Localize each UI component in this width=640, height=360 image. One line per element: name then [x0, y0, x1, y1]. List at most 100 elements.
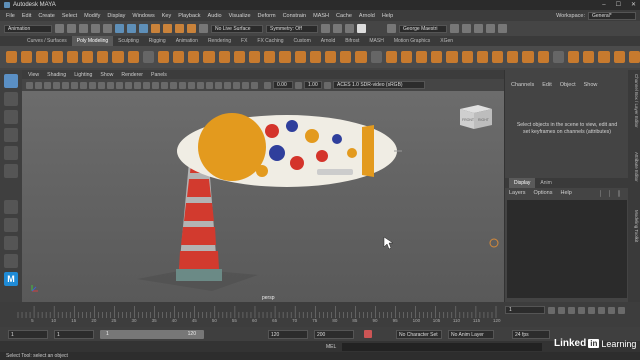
panel-menu-panels[interactable]: Panels	[151, 72, 167, 78]
move-tool-icon[interactable]	[4, 128, 18, 142]
poly-torus-icon[interactable]	[66, 51, 78, 63]
poly-cone-icon[interactable]	[51, 51, 63, 63]
step-back-key-icon[interactable]	[558, 306, 565, 314]
separate-icon[interactable]	[173, 51, 185, 63]
help-icon[interactable]	[450, 24, 459, 33]
menu-set-dropdown[interactable]: Animation	[4, 24, 52, 33]
xray-joints-icon[interactable]	[251, 81, 258, 89]
menu-display[interactable]: Display	[107, 13, 125, 19]
tab-fx-caching[interactable]: FX Caching	[252, 36, 288, 46]
image-plane-icon[interactable]	[53, 81, 60, 89]
tab-fx[interactable]: FX	[236, 36, 252, 46]
tab-custom[interactable]: Custom	[289, 36, 316, 46]
side-tab-modeling-toolkit[interactable]: Modeling Toolkit	[629, 210, 639, 242]
scale-tool-icon[interactable]	[4, 164, 18, 178]
target-weld-icon[interactable]	[324, 51, 337, 63]
live-surface-field[interactable]: No Live Surface	[211, 24, 263, 33]
menu-edit[interactable]: Edit	[22, 13, 31, 19]
select-component-icon[interactable]	[139, 24, 148, 33]
depth-of-field-icon[interactable]	[215, 81, 222, 89]
fps-dropdown[interactable]: 24 fps	[512, 330, 550, 339]
panel-menu-show[interactable]: Show	[100, 72, 113, 78]
tab-display[interactable]: Display	[509, 178, 536, 188]
menu-playback[interactable]: Playback	[178, 13, 200, 19]
end-time-field[interactable]: 200	[314, 330, 354, 339]
user-account-dropdown[interactable]: George Maestri	[399, 24, 447, 33]
textured-icon[interactable]	[161, 81, 168, 89]
planar-map-icon[interactable]	[461, 51, 473, 63]
menu-windows[interactable]: Windows	[132, 13, 154, 19]
outliner-layout-icon[interactable]	[4, 254, 18, 268]
automatic-map-icon[interactable]	[476, 51, 488, 63]
redo-icon[interactable]	[103, 24, 112, 33]
tool-settings-icon[interactable]	[486, 24, 495, 33]
tab-xgen[interactable]: XGen	[435, 36, 458, 46]
go-to-end-icon[interactable]	[618, 306, 625, 314]
tab-motion-graphics[interactable]: Motion Graphics	[389, 36, 435, 46]
viewport[interactable]: FRONT RIGHT persp	[22, 91, 504, 302]
tab-bifrost[interactable]: Bifrost	[340, 36, 364, 46]
save-scene-icon[interactable]	[79, 24, 88, 33]
snap-surface-icon[interactable]	[187, 24, 196, 33]
command-input[interactable]	[342, 342, 543, 351]
spherical-map-icon[interactable]	[522, 51, 534, 63]
undo-icon[interactable]	[91, 24, 100, 33]
channel-box-icon[interactable]	[498, 24, 507, 33]
channel-menu-show[interactable]: Show	[584, 82, 598, 88]
modeling-toolkit-icon[interactable]	[462, 24, 471, 33]
menu-help[interactable]: Help	[382, 13, 393, 19]
poly-sphere-icon[interactable]	[6, 51, 18, 63]
field-chart-icon[interactable]	[98, 81, 105, 89]
bookmarks-icon[interactable]	[44, 81, 51, 89]
current-frame-field[interactable]: 1	[505, 306, 545, 314]
color-management-icon[interactable]	[324, 81, 331, 89]
layer-list[interactable]	[507, 200, 627, 298]
lasso-tool-icon[interactable]	[4, 92, 18, 106]
poly-cube-icon[interactable]	[21, 51, 33, 63]
minimize-button[interactable]: –	[602, 2, 605, 8]
wireframe-icon[interactable]	[125, 81, 132, 89]
offset-edge-loop-icon[interactable]	[385, 51, 397, 63]
color-space-dropdown[interactable]: ACES 1.0 SDR-video (sRGB)	[333, 81, 425, 89]
camera-attributes-icon[interactable]	[35, 81, 42, 89]
snap-grid-icon[interactable]	[151, 24, 160, 33]
menu-cache[interactable]: Cache	[336, 13, 352, 19]
paint-select-tool-icon[interactable]	[4, 110, 18, 124]
default-material-icon[interactable]	[143, 81, 150, 89]
side-by-side-layout-icon[interactable]	[4, 236, 18, 250]
soften-edge-icon[interactable]	[598, 51, 610, 63]
poke-icon[interactable]	[400, 51, 413, 63]
multi-cut-icon[interactable]	[309, 51, 321, 63]
move-layer-down-icon[interactable]	[609, 189, 611, 197]
step-forward-key-icon[interactable]	[608, 306, 615, 314]
menu-constrain[interactable]: Constrain	[283, 13, 307, 19]
safe-title-icon[interactable]	[116, 81, 123, 89]
quad-draw-icon[interactable]	[355, 51, 367, 63]
cylindrical-map-icon[interactable]	[507, 51, 519, 63]
ipr-render-icon[interactable]	[333, 24, 342, 33]
select-hierarchy-icon[interactable]	[115, 24, 124, 33]
merge-icon[interactable]	[446, 51, 458, 63]
step-back-frame-icon[interactable]	[568, 306, 575, 314]
maximize-button[interactable]: ☐	[616, 1, 621, 8]
extrude-icon[interactable]	[233, 51, 245, 63]
menu-create[interactable]: Create	[38, 13, 55, 19]
motion-blur-icon[interactable]	[197, 81, 204, 89]
collapse-icon[interactable]	[431, 51, 443, 63]
panel-menu-lighting[interactable]: Lighting	[74, 72, 92, 78]
workspace-dropdown[interactable]: General*	[588, 12, 636, 20]
channel-menu-channels[interactable]: Channels	[511, 82, 534, 88]
new-layer-icon[interactable]	[618, 189, 620, 197]
super-shape-icon[interactable]	[127, 51, 139, 63]
tab-anim[interactable]: Anim	[535, 178, 556, 188]
layer-menu-help[interactable]: Help	[560, 190, 571, 196]
layer-menu-options[interactable]: Options	[534, 190, 553, 196]
tab-rendering[interactable]: Rendering	[203, 36, 236, 46]
auto-key-icon[interactable]	[364, 330, 372, 338]
poly-pipe-icon[interactable]	[142, 51, 154, 63]
anti-aliasing-icon[interactable]	[206, 81, 213, 89]
play-backwards-icon[interactable]	[578, 306, 585, 314]
playback-end-field[interactable]: 120	[268, 330, 308, 339]
film-gate-icon[interactable]	[71, 81, 78, 89]
reverse-normals-icon[interactable]	[628, 51, 640, 63]
